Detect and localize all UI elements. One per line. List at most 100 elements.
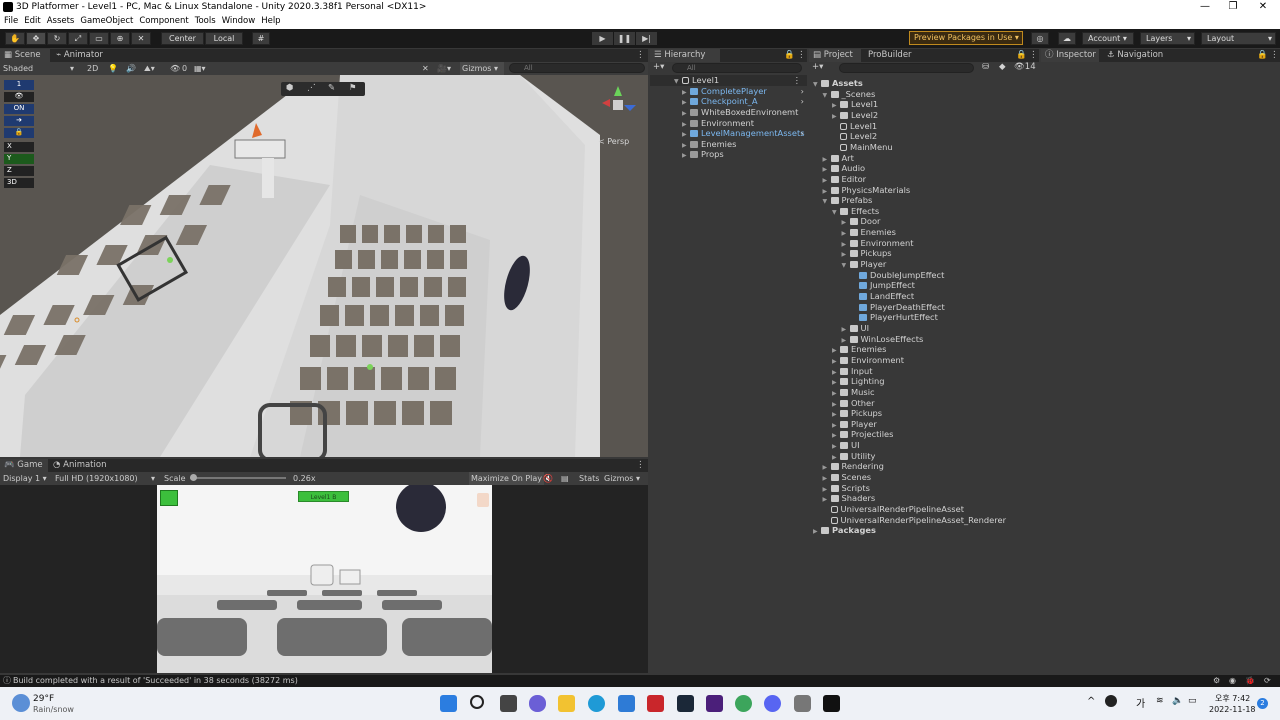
- hierarchy-menu-icon[interactable]: ⋮: [797, 49, 806, 62]
- play-button[interactable]: ▶: [592, 32, 613, 45]
- tray-app-icon[interactable]: [1105, 695, 1117, 707]
- project-item[interactable]: LandEffect: [809, 291, 1039, 302]
- project-item[interactable]: ▶ Input: [809, 366, 1039, 377]
- project-item[interactable]: ▶ Rendering: [809, 461, 1039, 472]
- shading-dropdown[interactable]: Shaded ▾: [3, 62, 75, 75]
- project-item[interactable]: ▶ Door: [809, 216, 1039, 227]
- layers-dropdown[interactable]: Layers ▾: [1140, 32, 1195, 45]
- rotate-tool-icon[interactable]: ↻: [47, 32, 67, 45]
- volume-icon[interactable]: 🔈: [1172, 696, 1183, 706]
- overlay-pen-icon[interactable]: ✎: [328, 83, 335, 93]
- step-button[interactable]: ▶|: [636, 32, 657, 45]
- project-menu-icon[interactable]: ⋮: [1029, 49, 1038, 62]
- preview-packages-button[interactable]: Preview Packages in Use ▾: [909, 31, 1023, 45]
- pivot-space-button[interactable]: Local: [205, 32, 243, 45]
- grid-icon[interactable]: ▦▾: [194, 62, 206, 75]
- hierarchy-root[interactable]: ▼ Level1 ⋮: [650, 75, 807, 86]
- menu-edit[interactable]: Edit: [20, 14, 40, 29]
- steam-icon[interactable]: [677, 695, 694, 712]
- unity-editor-icon[interactable]: [823, 695, 840, 712]
- wifi-icon[interactable]: ≋: [1156, 696, 1164, 706]
- project-item[interactable]: ▶ Art: [809, 153, 1039, 164]
- hierarchy-item[interactable]: ▶ Checkpoint_A ›: [650, 96, 807, 107]
- tab-navigation[interactable]: ⚓ Navigation: [1107, 49, 1177, 62]
- project-item[interactable]: ▼ Assets: [809, 78, 1039, 89]
- start-menu-icon[interactable]: [440, 695, 457, 712]
- overlay-cube-icon[interactable]: ⬢: [286, 83, 293, 93]
- scene-search-input[interactable]: All: [509, 63, 645, 73]
- z-axis-toggle[interactable]: Z: [4, 166, 34, 176]
- weather-icon[interactable]: [12, 694, 30, 712]
- project-item[interactable]: ▶ Enemies: [809, 227, 1039, 238]
- mute-audio-icon[interactable]: 🔇: [543, 472, 553, 485]
- menu-component[interactable]: Component: [135, 14, 188, 29]
- open-prefab-arrow-icon[interactable]: ›: [801, 86, 804, 97]
- orientation-gizmo[interactable]: [596, 83, 640, 127]
- project-item[interactable]: ▶ Level2: [809, 110, 1039, 121]
- project-item[interactable]: PlayerDeathEffect: [809, 302, 1039, 313]
- hierarchy-item[interactable]: ▶ Props: [650, 149, 807, 160]
- lock-icon[interactable]: 🔒: [4, 128, 34, 138]
- project-search-input[interactable]: [839, 63, 974, 73]
- menu-file[interactable]: File: [0, 14, 18, 29]
- project-item[interactable]: ▶ Pickups: [809, 408, 1039, 419]
- project-item[interactable]: ▶ Editor: [809, 174, 1039, 185]
- mcafee-icon[interactable]: [647, 695, 664, 712]
- project-item[interactable]: Level2: [809, 131, 1039, 142]
- project-item[interactable]: ▶ Level1: [809, 99, 1039, 110]
- pause-button[interactable]: ❚❚: [614, 32, 635, 45]
- nzxt-icon[interactable]: [706, 695, 723, 712]
- x-axis-toggle[interactable]: X: [4, 142, 34, 152]
- tab-game[interactable]: 🎮 Game: [0, 459, 48, 472]
- project-item[interactable]: ▶ Environment: [809, 238, 1039, 249]
- project-item[interactable]: JumpEffect: [809, 280, 1039, 291]
- hand-tool-icon[interactable]: ✋: [5, 32, 25, 45]
- close-button[interactable]: ✕: [1248, 0, 1278, 14]
- tab-project[interactable]: ▤ Project: [809, 49, 861, 62]
- open-prefab-arrow-icon[interactable]: ›: [801, 96, 804, 107]
- lighting-icon[interactable]: 💡: [108, 62, 118, 75]
- project-item[interactable]: ▶ UI: [809, 323, 1039, 334]
- custom-tool-icon[interactable]: ✕: [131, 32, 151, 45]
- show-hidden-icons[interactable]: ^: [1087, 696, 1095, 707]
- tab-animator[interactable]: ⌁ Animator: [56, 49, 116, 62]
- vsync-icon[interactable]: ▤: [561, 472, 569, 485]
- scale-slider-thumb[interactable]: [190, 474, 197, 481]
- filter-label-icon[interactable]: ◆: [999, 62, 1006, 72]
- tab-probuilder[interactable]: ProBuilder: [868, 49, 928, 62]
- project-item[interactable]: MainMenu: [809, 142, 1039, 153]
- project-item[interactable]: ▶ Packages: [809, 525, 1039, 536]
- project-item[interactable]: ▶ Lighting: [809, 376, 1039, 387]
- filter-type-icon[interactable]: ⛁: [982, 62, 989, 72]
- discord-icon[interactable]: [764, 695, 781, 712]
- hierarchy-item[interactable]: ▶ Environment: [650, 118, 807, 129]
- on-toggle[interactable]: ON: [4, 104, 34, 114]
- overlay-flag-icon[interactable]: ⚑: [349, 83, 357, 93]
- project-item[interactable]: ▶ Projectiles: [809, 429, 1039, 440]
- menu-help[interactable]: Help: [257, 14, 280, 29]
- hierarchy-lock-icon[interactable]: 🔒: [784, 49, 795, 62]
- camera-icon[interactable]: 🎥▾: [437, 62, 451, 75]
- menu-window[interactable]: Window: [218, 14, 256, 29]
- project-item[interactable]: Level1: [809, 121, 1039, 132]
- overlay-nodes-icon[interactable]: ⋰: [307, 83, 316, 93]
- audio-icon[interactable]: 🔊: [126, 62, 136, 75]
- resolution-dropdown[interactable]: Full HD (1920x1080) ▾: [55, 472, 158, 485]
- status-message[interactable]: Build completed with a result of 'Succee…: [13, 675, 298, 687]
- tab-animation[interactable]: ◔ Animation: [53, 459, 113, 472]
- mode-2d-button[interactable]: 2D: [87, 62, 98, 75]
- menu-gameobject[interactable]: GameObject: [76, 14, 133, 29]
- scene-viewport[interactable]: ⬢ ⋰ ✎ ⚑ 1 👁 ON ➔ 🔒 X Y Z 3D < Persp: [0, 75, 648, 457]
- project-item[interactable]: ▼ _Scenes: [809, 89, 1039, 100]
- project-item[interactable]: ▶ Environment: [809, 355, 1039, 366]
- project-item[interactable]: ▼ Prefabs: [809, 195, 1039, 206]
- project-item[interactable]: ▶ Enemies: [809, 344, 1039, 355]
- project-item[interactable]: ▶ Scenes: [809, 472, 1039, 483]
- hierarchy-item[interactable]: ▶ LevelManagementAssets ›: [650, 128, 807, 139]
- minimize-button[interactable]: —: [1190, 0, 1220, 14]
- root-menu-icon[interactable]: ⋮: [793, 75, 801, 86]
- stats-toggle[interactable]: Stats: [579, 472, 599, 485]
- eye-icon[interactable]: 👁: [4, 92, 34, 102]
- hidden-objects-icon[interactable]: 👁: [170, 62, 180, 75]
- hierarchy-search-input[interactable]: All: [672, 63, 802, 73]
